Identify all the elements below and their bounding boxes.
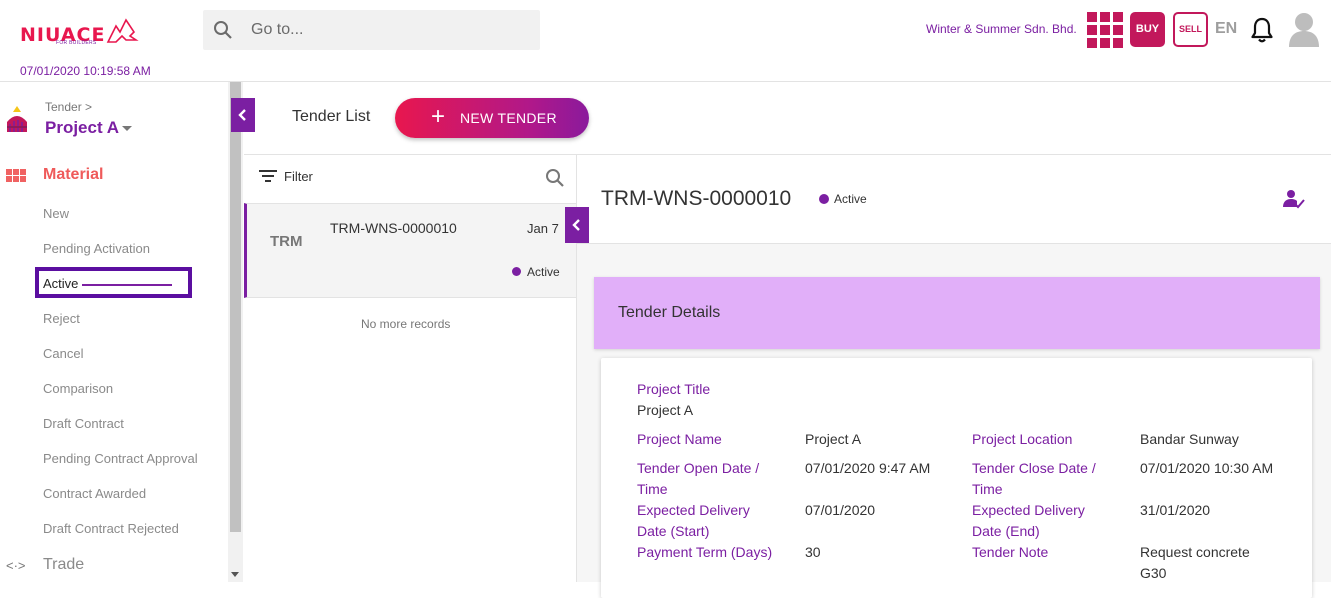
niuace-logo[interactable]: NIUACE FOR BUILDERS <box>18 14 143 48</box>
detail-status-dot <box>819 194 829 204</box>
detail-title: TRM-WNS-0000010 <box>601 187 792 210</box>
section-title-trade[interactable]: Trade <box>43 556 84 574</box>
search-input[interactable] <box>251 10 531 50</box>
delivery-end-label-line1: Expected Delivery <box>972 502 1085 518</box>
chevron-left-icon <box>572 219 580 231</box>
new-tender-label: NEW TENDER <box>460 110 557 126</box>
assign-user-check-icon[interactable] <box>1283 189 1305 209</box>
sidebar-item-new[interactable]: New <box>43 206 69 221</box>
payment-term-label: Payment Term (Days) <box>637 544 773 560</box>
page-title: Tender List <box>292 108 371 125</box>
sidebar-item-active[interactable]: Active <box>43 276 78 291</box>
trade-arrows-icon: <·> <box>6 558 26 573</box>
search-icon <box>214 21 232 39</box>
filter-label[interactable]: Filter <box>284 169 313 184</box>
tender-note-value-line1: Request concrete <box>1140 544 1250 560</box>
delivery-end-value: 31/01/2020 <box>1140 502 1211 518</box>
sidebar-item-draft-contract-rejected[interactable]: Draft Contract Rejected <box>43 521 179 536</box>
top-header: NIUACE FOR BUILDERS Winter & Summer Sdn.… <box>0 0 1331 62</box>
open-date-value: 07/01/2020 9:47 AM <box>805 460 931 476</box>
sidebar-item-pending-activation[interactable]: Pending Activation <box>43 241 150 256</box>
buy-button[interactable]: BUY <box>1130 12 1165 47</box>
row-status: Active <box>527 265 560 279</box>
section-title-material[interactable]: Material <box>43 166 103 184</box>
project-location-value: Bandar Sunway <box>1140 431 1239 447</box>
apps-grid-icon[interactable] <box>1087 12 1123 48</box>
project-title-value: Project A <box>637 402 694 418</box>
sidebar-scroll-thumb[interactable] <box>230 82 241 532</box>
left-sidebar: Tender > Project A Material New Pending … <box>0 82 228 582</box>
sidebar-item-comparison[interactable]: Comparison <box>43 381 113 396</box>
chevron-left-icon <box>238 109 246 121</box>
scroll-down-arrow-icon[interactable] <box>231 572 239 577</box>
tender-details-title: Tender Details <box>618 304 721 321</box>
chevron-down-icon[interactable] <box>122 126 132 131</box>
tender-note-value-line2: G30 <box>1140 565 1167 581</box>
sidebar-item-reject[interactable]: Reject <box>43 311 80 326</box>
open-date-label-line1: Tender Open Date / <box>637 460 760 476</box>
project-selector[interactable]: Project A <box>45 118 119 138</box>
row-date: Jan 7 <box>527 221 559 236</box>
delivery-start-label-line1: Expected Delivery <box>637 502 750 518</box>
tender-list-row[interactable] <box>244 203 576 298</box>
no-more-records: No more records <box>361 317 451 331</box>
breadcrumb[interactable]: Tender > <box>45 100 92 114</box>
tender-note-label: Tender Note <box>972 544 1049 560</box>
filter-icon[interactable] <box>259 169 277 183</box>
list-search-icon[interactable] <box>545 168 565 188</box>
active-underline <box>82 284 172 286</box>
row-type-abbr: TRM <box>270 233 303 250</box>
row-tender-code: TRM-WNS-0000010 <box>330 220 457 236</box>
close-date-label-line1: Tender Close Date / <box>972 460 1096 476</box>
detail-status: Active <box>834 192 867 206</box>
plus-icon: + <box>431 103 446 130</box>
logo-mark-icon <box>106 18 139 43</box>
row-status-dot <box>512 267 521 276</box>
close-date-value: 07/01/2020 10:30 AM <box>1140 460 1274 476</box>
notification-bell-icon[interactable] <box>1250 16 1274 44</box>
sidebar-item-draft-contract[interactable]: Draft Contract <box>43 416 124 431</box>
delivery-start-label-line2: Date (Start) <box>637 523 710 539</box>
payment-term-value: 30 <box>805 544 821 560</box>
project-location-label: Project Location <box>972 431 1073 447</box>
collapse-list-button[interactable] <box>565 207 589 243</box>
collapse-sidebar-button[interactable] <box>231 98 255 132</box>
global-search[interactable] <box>203 10 540 50</box>
new-tender-button[interactable]: + NEW TENDER <box>395 98 589 138</box>
sell-button[interactable]: SELL <box>1173 12 1208 47</box>
user-avatar-icon[interactable] <box>1287 11 1321 47</box>
company-name[interactable]: Winter & Summer Sdn. Bhd. <box>926 22 1077 36</box>
language-switcher[interactable]: EN <box>1215 20 1237 38</box>
logo-subtitle: FOR BUILDERS <box>56 40 97 46</box>
delivery-end-label-line2: Date (End) <box>972 523 1040 539</box>
sidebar-item-cancel[interactable]: Cancel <box>43 346 83 361</box>
sidebar-item-contract-awarded[interactable]: Contract Awarded <box>43 486 146 501</box>
open-date-label-line2: Time <box>637 481 668 497</box>
project-building-icon <box>7 106 27 132</box>
current-datetime: 07/01/2020 10:19:58 AM <box>20 64 151 78</box>
material-grid-icon <box>6 169 26 182</box>
delivery-start-value: 07/01/2020 <box>805 502 876 518</box>
sidebar-item-pending-contract-approval[interactable]: Pending Contract Approval <box>43 451 198 466</box>
project-name-label: Project Name <box>637 431 722 447</box>
project-title-label: Project Title <box>637 381 711 397</box>
project-name-value: Project A <box>805 431 862 447</box>
panel-divider <box>244 154 1331 155</box>
close-date-label-line2: Time <box>972 481 1003 497</box>
